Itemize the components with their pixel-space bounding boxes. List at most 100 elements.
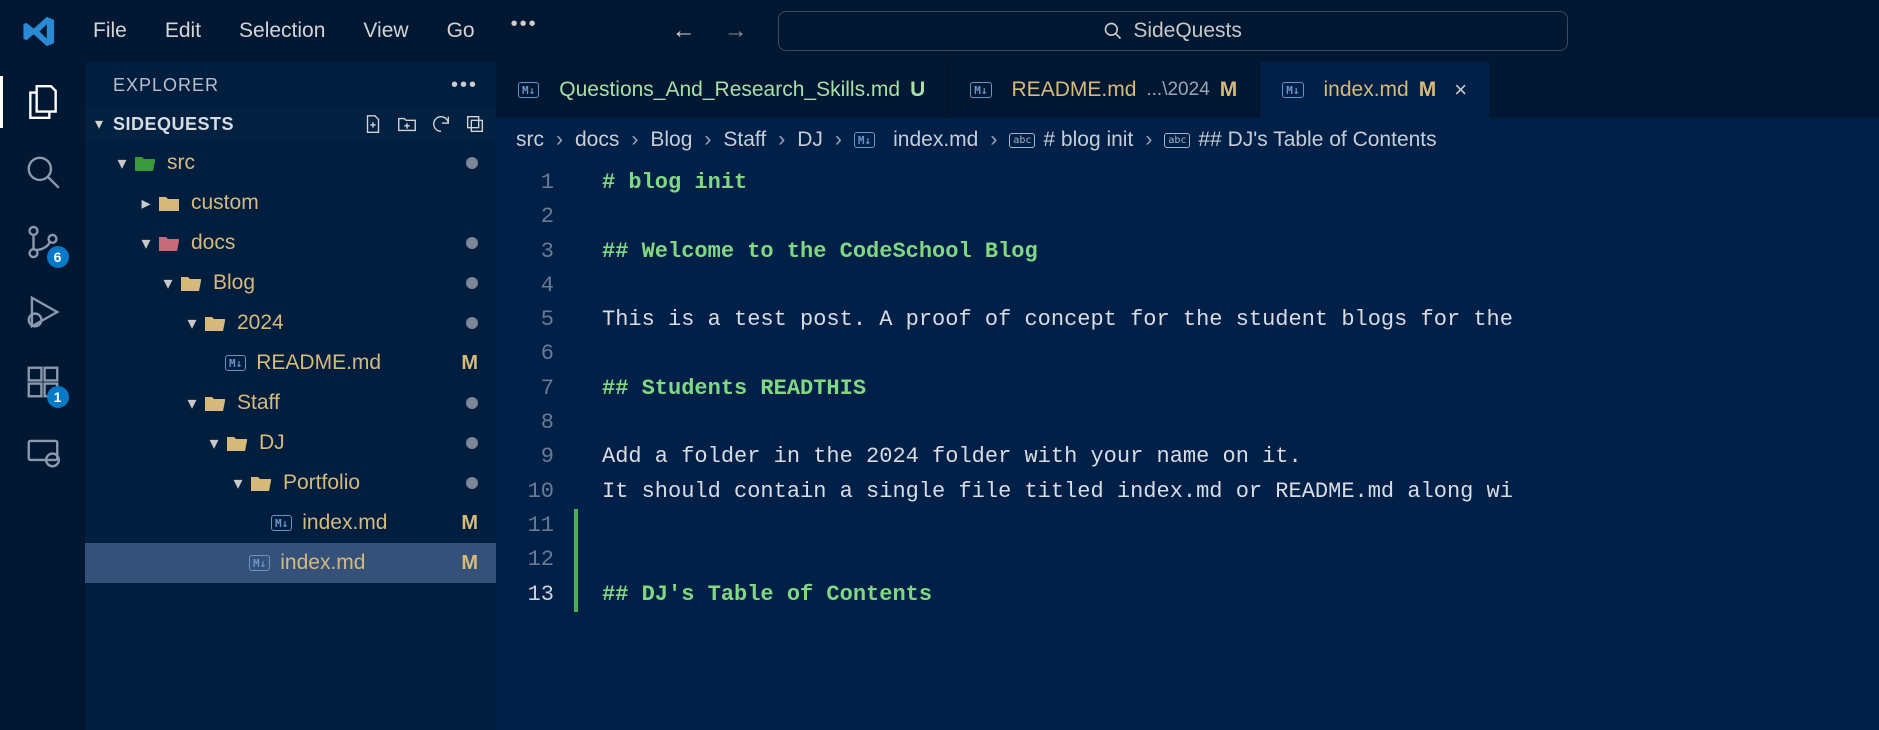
- folder-icon: [203, 313, 227, 333]
- line-number: 4: [496, 269, 574, 303]
- breadcrumb-folder[interactable]: docs: [575, 128, 619, 152]
- vscode-logo-icon: [22, 14, 57, 49]
- code-line[interactable]: It should contain a single file titled i…: [574, 475, 1879, 509]
- markdown-file-icon: M↓: [518, 82, 539, 98]
- tree-folder[interactable]: ▾docs: [85, 223, 496, 263]
- sidebar-title: EXPLORER: [113, 75, 219, 96]
- tree-label: DJ: [259, 431, 466, 455]
- code-line[interactable]: ## Welcome to the CodeSchool Blog: [574, 235, 1879, 269]
- breadcrumb-folder[interactable]: DJ: [797, 128, 823, 152]
- extensions-badge: 1: [47, 386, 69, 408]
- tab-filename: Questions_And_Research_Skills.md: [559, 78, 900, 102]
- code-line[interactable]: [574, 269, 1879, 303]
- tree-file[interactable]: M↓README.mdM: [85, 343, 496, 383]
- tree-label: index.md: [280, 551, 461, 575]
- activity-extensions[interactable]: 1: [21, 360, 65, 404]
- chevron-down-icon: ▾: [181, 313, 203, 334]
- folder-icon: [203, 393, 227, 413]
- markdown-file-icon: M↓: [271, 515, 292, 531]
- refresh-icon[interactable]: [430, 113, 452, 135]
- menu-edit[interactable]: Edit: [149, 13, 217, 49]
- breadcrumb-folder[interactable]: Staff: [723, 128, 766, 152]
- search-icon: [1103, 21, 1123, 41]
- command-center[interactable]: SideQuests: [778, 11, 1568, 51]
- chevron-right-icon: ›: [835, 128, 842, 152]
- chevron-down-icon: ▾: [181, 393, 203, 414]
- folder-icon: [225, 433, 249, 453]
- markdown-file-icon: M↓: [854, 132, 875, 148]
- new-file-icon[interactable]: [362, 113, 384, 135]
- tree-folder[interactable]: ▾Staff: [85, 383, 496, 423]
- section-actions: [362, 113, 486, 135]
- code-line[interactable]: [574, 200, 1879, 234]
- workspace-section-header[interactable]: ▾ SIDEQUESTS: [85, 107, 496, 141]
- breadcrumb-folder[interactable]: Blog: [650, 128, 692, 152]
- code-line[interactable]: [574, 509, 1879, 543]
- breadcrumb-symbol[interactable]: abc## DJ's Table of Contents: [1164, 128, 1436, 152]
- activity-bar: 6 1: [0, 62, 85, 730]
- menu-overflow[interactable]: •••: [497, 13, 552, 49]
- tree-folder[interactable]: ▸custom: [85, 183, 496, 223]
- code-line[interactable]: Add a folder in the 2024 folder with you…: [574, 440, 1879, 474]
- tree-label: index.md: [302, 511, 461, 535]
- activity-remote[interactable]: [21, 430, 65, 474]
- tree-label: README.md: [256, 351, 461, 375]
- code-line[interactable]: This is a test post. A proof of concept …: [574, 303, 1879, 337]
- line-number: 8: [496, 406, 574, 440]
- tree-folder[interactable]: ▾DJ: [85, 423, 496, 463]
- breadcrumb-file[interactable]: M↓index.md: [854, 128, 978, 152]
- menu-view[interactable]: View: [347, 13, 424, 49]
- chevron-down-icon: ▾: [157, 273, 179, 294]
- title-bar: File Edit Selection View Go ••• ← → Side…: [0, 0, 1879, 62]
- tab-git-status: M: [1419, 78, 1437, 102]
- code-line[interactable]: [574, 337, 1879, 371]
- git-status-dot: [466, 477, 478, 489]
- new-folder-icon[interactable]: [396, 113, 418, 135]
- breadcrumb-symbol[interactable]: abc# blog init: [1009, 128, 1133, 152]
- line-number: 13: [496, 578, 574, 612]
- nav-forward-icon[interactable]: →: [724, 17, 748, 45]
- code-line[interactable]: ## Students READTHIS: [574, 372, 1879, 406]
- sidebar-more-icon[interactable]: •••: [451, 74, 478, 97]
- tree-folder[interactable]: ▾Portfolio: [85, 463, 496, 503]
- tree-folder[interactable]: ▾ Blog: [85, 263, 496, 303]
- tree-file[interactable]: M↓index.mdM: [85, 543, 496, 583]
- editor-tab[interactable]: M↓Questions_And_Research_Skills.mdU: [496, 62, 948, 118]
- activity-scm[interactable]: 6: [21, 220, 65, 264]
- tree-folder[interactable]: ▾src: [85, 143, 496, 183]
- activity-explorer[interactable]: [21, 80, 65, 124]
- folder-icon: [133, 153, 157, 173]
- nav-back-icon[interactable]: ←: [672, 17, 696, 45]
- menu-file[interactable]: File: [77, 13, 143, 49]
- code-line[interactable]: # blog init: [574, 166, 1879, 200]
- play-bug-icon: [24, 293, 62, 331]
- code-line[interactable]: [574, 406, 1879, 440]
- activity-search[interactable]: [21, 150, 65, 194]
- menu-selection[interactable]: Selection: [223, 13, 341, 49]
- scm-badge: 6: [47, 246, 69, 268]
- breadcrumb-folder[interactable]: src: [516, 128, 544, 152]
- git-status-letter: M: [461, 552, 478, 575]
- close-icon[interactable]: ×: [1454, 77, 1467, 103]
- menu-go[interactable]: Go: [431, 13, 491, 49]
- editor-tab[interactable]: M↓index.mdM×: [1260, 62, 1490, 118]
- tree-label: 2024: [237, 311, 466, 335]
- tab-path-hint: ...\2024: [1146, 79, 1209, 101]
- code-line[interactable]: ## DJ's Table of Contents: [574, 578, 1879, 612]
- chevron-down-icon: ▾: [227, 473, 249, 494]
- code-line[interactable]: [574, 543, 1879, 577]
- editor-tab[interactable]: M↓README.md...\2024M: [948, 62, 1260, 118]
- collapse-all-icon[interactable]: [464, 113, 486, 135]
- chevron-right-icon: ›: [990, 128, 997, 152]
- line-number: 3: [496, 235, 574, 269]
- tree-label: Blog: [213, 271, 466, 295]
- chevron-right-icon: ▸: [135, 193, 157, 214]
- code-content[interactable]: # blog init ## Welcome to the CodeSchool …: [574, 162, 1879, 730]
- files-icon: [24, 83, 62, 121]
- git-status-dot: [466, 157, 478, 169]
- activity-run-debug[interactable]: [21, 290, 65, 334]
- remote-icon: [24, 433, 62, 471]
- breadcrumbs[interactable]: src›docs›Blog›Staff›DJ›M↓index.md›abc# b…: [496, 118, 1879, 162]
- tree-folder[interactable]: ▾ 2024: [85, 303, 496, 343]
- tree-file[interactable]: M↓index.mdM: [85, 503, 496, 543]
